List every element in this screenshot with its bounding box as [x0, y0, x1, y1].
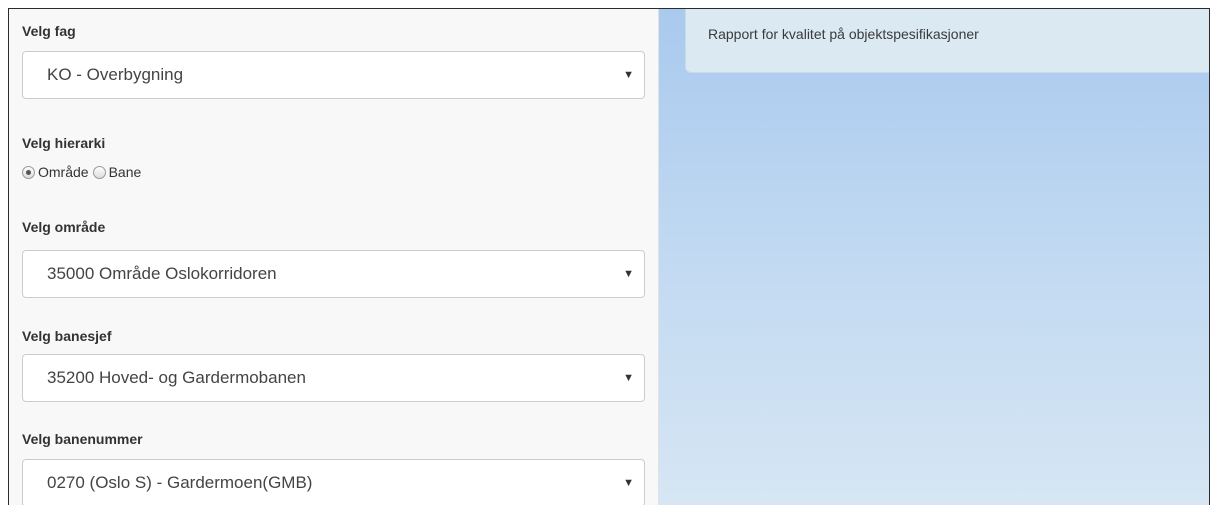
- omrade-select-value: 35000 Område Oslokorridoren: [47, 264, 277, 283]
- fag-select[interactable]: KO - Overbygning ▼: [22, 51, 645, 99]
- omrade-select[interactable]: 35000 Område Oslokorridoren ▼: [22, 250, 645, 298]
- banesjef-select[interactable]: 35200 Hoved- og Gardermobanen ▼: [22, 354, 645, 402]
- caret-down-icon: ▼: [623, 268, 634, 280]
- banenummer-select-value: 0270 (Oslo S) - Gardermoen(GMB): [47, 473, 313, 492]
- fag-label: Velg fag: [22, 23, 76, 39]
- report-content-area: Rapport for kvalitet på objektspesifikas…: [659, 9, 1209, 505]
- report-panel-title: Rapport for kvalitet på objektspesifikas…: [708, 26, 979, 42]
- report-panel: Rapport for kvalitet på objektspesifikas…: [685, 9, 1209, 73]
- radio-omrade-label: Område: [38, 164, 89, 180]
- radio-bane-label: Bane: [108, 164, 142, 180]
- radio-bane[interactable]: [92, 165, 106, 179]
- caret-down-icon: ▼: [623, 477, 634, 489]
- hierarki-radio-group: Område Bane: [22, 164, 145, 180]
- banenummer-label: Velg banenummer: [22, 431, 143, 447]
- caret-down-icon: ▼: [623, 372, 634, 384]
- app-frame: Velg fag KO - Overbygning ▼ Velg hierark…: [8, 8, 1210, 505]
- radio-omrade[interactable]: [22, 165, 35, 179]
- hierarki-label: Velg hierarki: [22, 135, 106, 151]
- filter-sidebar: Velg fag KO - Overbygning ▼ Velg hierark…: [9, 9, 659, 505]
- omrade-label: Velg område: [22, 219, 106, 235]
- banesjef-select-value: 35200 Hoved- og Gardermobanen: [47, 368, 306, 387]
- fag-select-value: KO - Overbygning: [47, 65, 184, 84]
- banenummer-select[interactable]: 0270 (Oslo S) - Gardermoen(GMB) ▼: [22, 459, 645, 505]
- banesjef-label: Velg banesjef: [22, 328, 112, 344]
- caret-down-icon: ▼: [623, 69, 634, 81]
